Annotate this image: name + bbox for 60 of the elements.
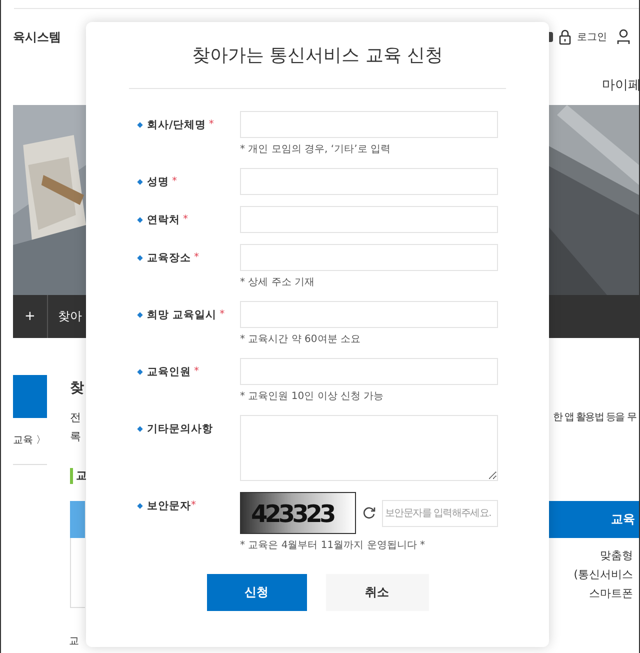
submit-button[interactable]: 신청	[206, 574, 306, 611]
help-text: * 개인 모임의 경우, ‘기타’로 입력	[240, 143, 392, 157]
description-text: 록	[70, 429, 81, 445]
field-label: 연락처	[147, 212, 180, 226]
bullet-icon	[137, 216, 143, 222]
bullet-icon	[137, 426, 143, 432]
sidebar-header	[13, 375, 47, 418]
required-mark: *	[183, 214, 188, 225]
login-link[interactable]: 로그인	[577, 30, 607, 44]
required-mark: *	[220, 309, 225, 320]
field-label: 교육장소	[147, 250, 191, 264]
dialog-title: 찾아가는 통신서비스 교육 신청	[190, 44, 444, 68]
help-text: * 교육인원 10인 이상 신청 가능	[240, 390, 385, 404]
help-text: * 교육시간 약 60여분 소요	[240, 333, 362, 347]
input-field[interactable]	[240, 301, 498, 328]
nav-item[interactable]: 찾아	[48, 308, 82, 325]
section-title: 찾	[70, 379, 84, 397]
refresh-icon[interactable]	[362, 506, 376, 520]
field-label: 교육인원	[147, 364, 191, 378]
input-field[interactable]	[240, 244, 498, 271]
cancel-button[interactable]: 취소	[326, 574, 428, 611]
field-label: 기타문의사항	[147, 422, 213, 436]
field-label: 회사/단체명	[147, 118, 206, 132]
table-header	[70, 501, 85, 538]
captcha-input[interactable]: 보안문자를 입력해주세요.	[382, 500, 498, 526]
bullet-icon	[137, 312, 143, 318]
input-field[interactable]	[240, 168, 498, 195]
bullet-icon	[137, 254, 143, 260]
input-field[interactable]	[240, 358, 498, 385]
field-label: 희망 교육일시	[147, 308, 217, 322]
table-cell	[70, 538, 85, 608]
input-field[interactable]	[240, 206, 498, 233]
help-text: * 상세 주소 기재	[240, 276, 316, 290]
bullet-icon	[137, 502, 143, 508]
required-mark: *	[191, 500, 196, 511]
menu-toggle[interactable]: +	[13, 295, 48, 338]
help-text: * 교육은 4월부터 11월까지 운영됩니다 *	[240, 539, 426, 553]
field-label: 성명	[147, 174, 169, 188]
table-header: 교육	[547, 501, 639, 538]
sidebar-item[interactable]: 교육 〉	[13, 418, 47, 465]
mypage-link[interactable]: 마이페	[602, 76, 639, 94]
bullet-icon	[137, 178, 143, 184]
required-mark: *	[194, 252, 199, 263]
input-field[interactable]	[240, 111, 498, 138]
bullet-icon	[137, 122, 143, 128]
description-text: 한 앱 활용법 등을 무	[552, 411, 638, 425]
table-cell-text: (통신서비스	[574, 567, 633, 583]
required-mark: *	[194, 366, 199, 377]
field-label: 보안문자	[147, 498, 191, 512]
table-cell-text: 스마트폰	[589, 586, 633, 602]
required-mark: *	[172, 176, 177, 187]
text-area[interactable]	[240, 415, 498, 481]
bullet-icon	[137, 368, 143, 374]
lock-icon[interactable]	[559, 29, 571, 45]
body-text: 교	[69, 635, 79, 648]
person-icon[interactable]	[617, 29, 630, 45]
site-title[interactable]: 육시스템	[13, 28, 61, 46]
description-text: 전	[70, 410, 81, 426]
required-mark: *	[208, 119, 214, 130]
table-cell-text: 맞춤형	[600, 548, 633, 564]
